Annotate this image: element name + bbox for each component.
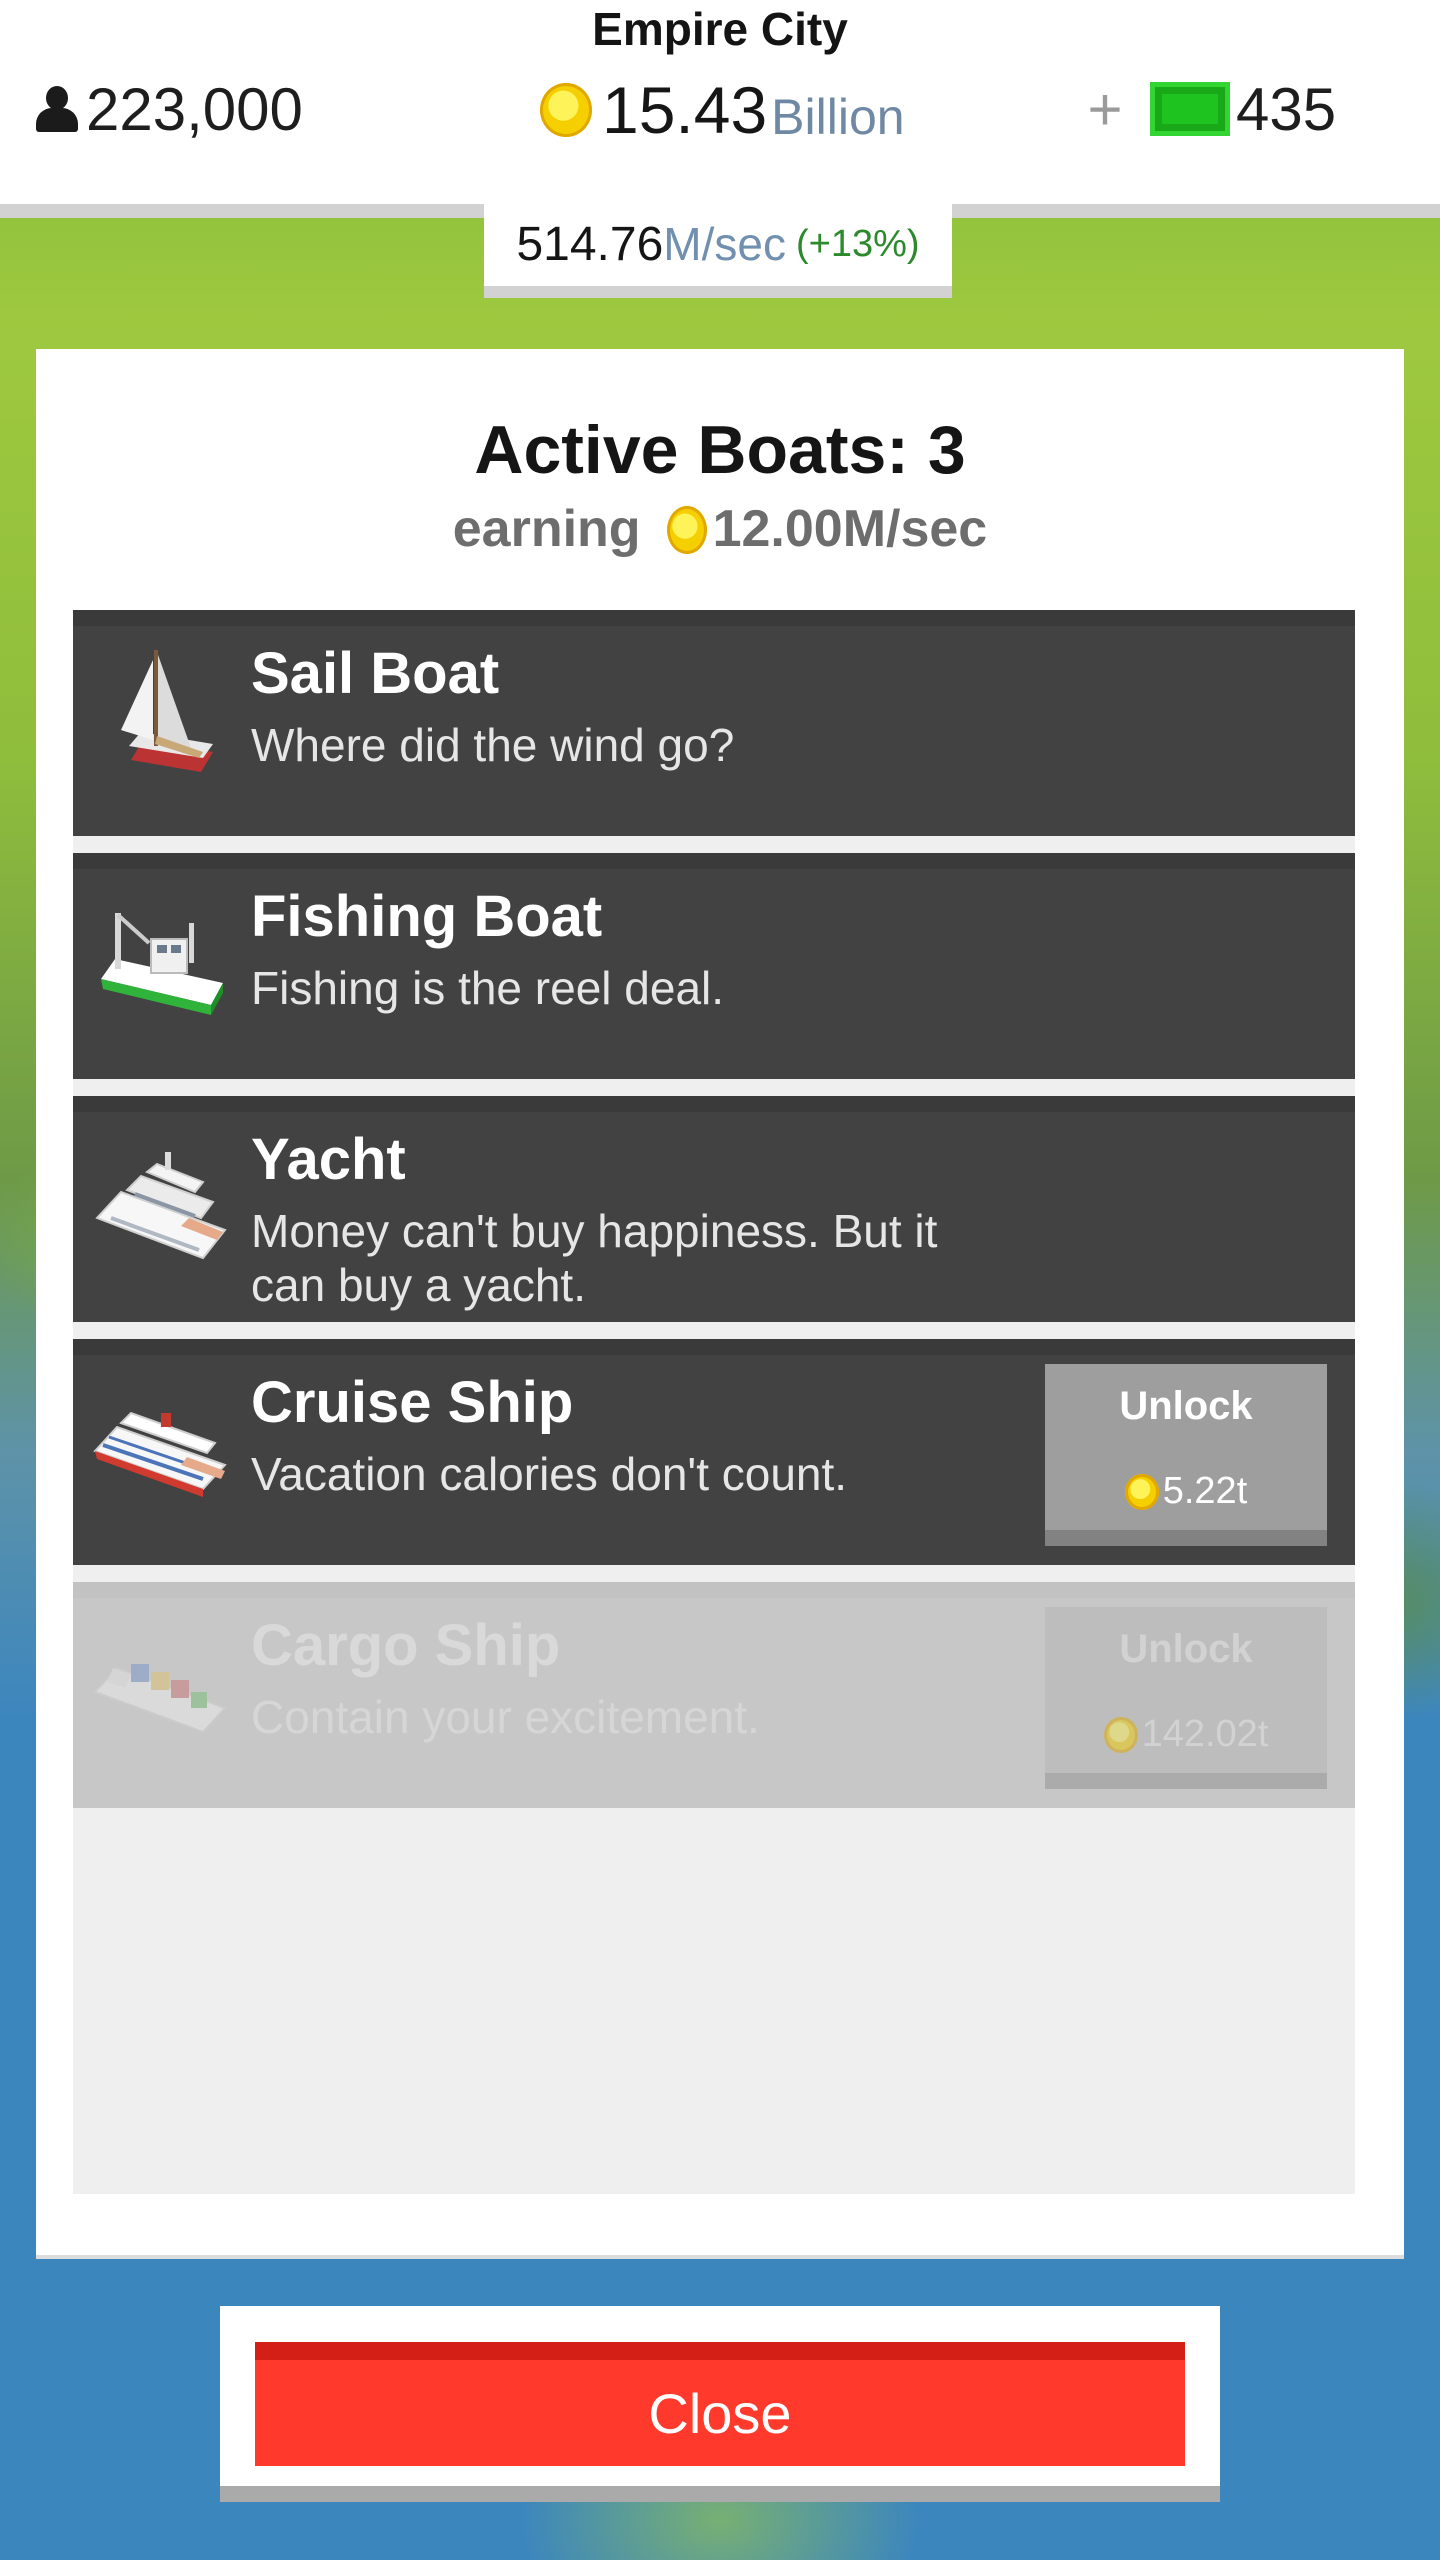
boat-name: Yacht	[251, 1127, 406, 1192]
close-button[interactable]: Close	[255, 2342, 1185, 2466]
income-rate-bonus: (+13%)	[795, 222, 920, 265]
unlock-label: Unlock	[1119, 1384, 1253, 1428]
buy-cash-button[interactable]: +	[1082, 75, 1128, 144]
unlock-price: 5.22t	[1045, 1470, 1327, 1513]
boat-row-cruise-ship[interactable]: Cruise Ship Vacation calories don't coun…	[73, 1339, 1355, 1565]
coin-icon	[666, 506, 707, 554]
cargo-ship-icon	[93, 1664, 227, 1734]
unlock-button[interactable]: Unlock 5.22t	[1045, 1364, 1327, 1546]
boat-name: Fishing Boat	[251, 884, 603, 949]
money-display: 15.43 Billion	[540, 70, 905, 150]
fishing-boat-icon	[101, 913, 223, 1015]
unlock-button[interactable]: Unlock 142.02t	[1045, 1607, 1327, 1789]
money-unit: Billion	[771, 89, 905, 145]
unlock-label: Unlock	[1119, 1627, 1253, 1671]
boat-description: Where did the wind go?	[251, 719, 735, 771]
close-panel: Close	[220, 2306, 1220, 2502]
boat-description: Vacation calories don't count.	[251, 1448, 848, 1500]
population-value: 223,000	[86, 75, 303, 143]
top-status-bar: Empire City 223,000 15.43 Billion + 435	[0, 0, 1440, 218]
coin-icon	[1103, 1716, 1138, 1753]
unlock-price-value: 5.22t	[1162, 1470, 1248, 1512]
coin-icon	[1124, 1473, 1159, 1510]
coin-icon	[540, 83, 592, 137]
dialog-title: Active Boats: 3	[474, 412, 966, 488]
yacht-icon	[95, 1152, 227, 1260]
boats-dialog: Active Boats: 3 earning 12.00M/sec Sail B…	[36, 349, 1404, 2259]
sailboat-icon	[121, 650, 213, 772]
person-icon	[36, 86, 78, 132]
income-rate-value: 514.76	[516, 217, 664, 271]
boat-row-sail-boat[interactable]: Sail Boat Where did the wind go?	[73, 610, 1355, 836]
unlock-price-value: 142.02t	[1141, 1713, 1269, 1755]
income-rate-unit: M/sec	[663, 218, 786, 270]
boat-name: Sail Boat	[251, 641, 500, 706]
boat-row-fishing-boat[interactable]: Fishing Boat Fishing is the reel deal.	[73, 853, 1355, 1079]
earning-value: 12.00M/sec	[712, 500, 988, 558]
city-name: Empire City	[592, 3, 848, 55]
cash-icon	[1150, 82, 1230, 136]
cash-display: + 435	[1082, 74, 1336, 144]
unlock-price: 142.02t	[1045, 1713, 1327, 1756]
boat-row-yacht[interactable]: Yacht Money can't buy happiness. But it …	[73, 1096, 1355, 1322]
earning-summary: earning 12.00M/sec	[36, 499, 1404, 559]
earning-label: earning	[452, 500, 641, 558]
boat-name: Cargo Ship	[251, 1613, 561, 1678]
money-amount: 15.43	[602, 73, 768, 147]
boat-description: Contain your excitement.	[251, 1691, 760, 1743]
boat-name: Cruise Ship	[251, 1370, 574, 1435]
boat-row-cargo-ship[interactable]: Cargo Ship Contain your excitement. Unlo…	[73, 1582, 1355, 1808]
income-rate-tab: 514.76 M/sec (+13%)	[484, 202, 952, 298]
boat-list: Sail Boat Where did the wind go? Fishing…	[73, 610, 1355, 2194]
cruise-ship-icon	[93, 1411, 227, 1497]
cash-value: 435	[1236, 75, 1337, 143]
boat-description: Money can't buy happiness. But it can bu…	[251, 1205, 938, 1311]
population-display: 223,000	[36, 74, 303, 144]
boat-description: Fishing is the reel deal.	[251, 962, 725, 1014]
